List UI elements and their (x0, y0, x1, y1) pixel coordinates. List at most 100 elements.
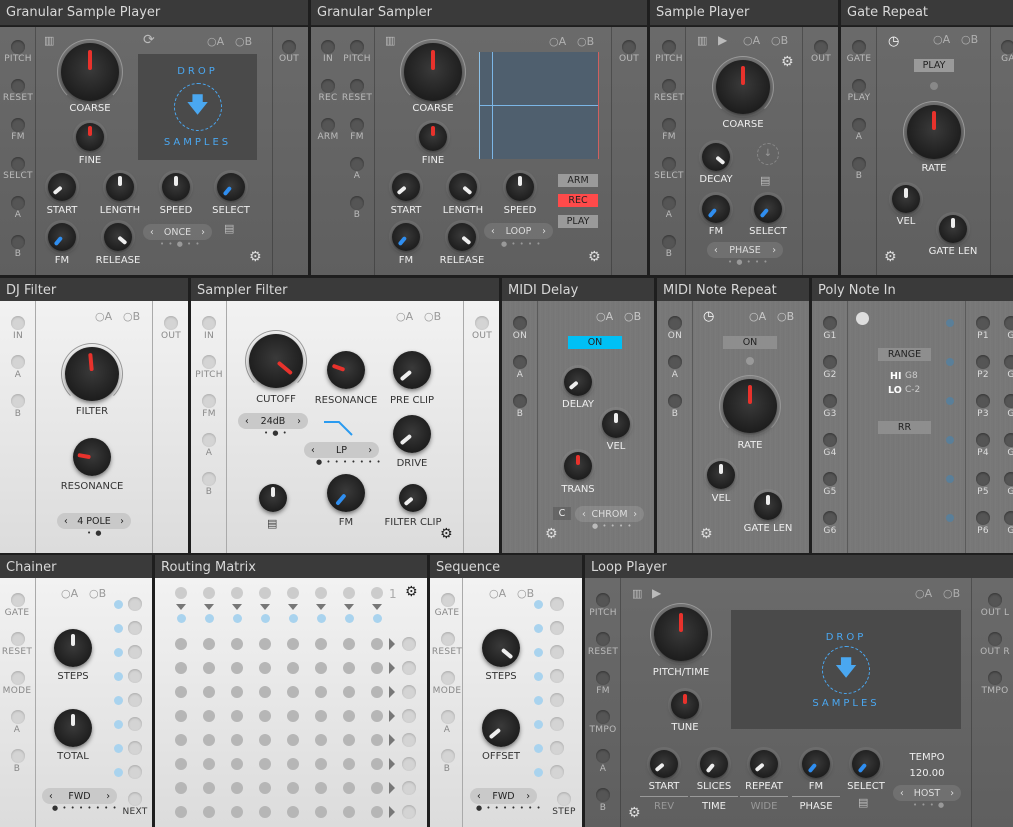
jack-pitch-out[interactable] (976, 355, 990, 369)
slope-selector[interactable]: ‹ 24dB › (238, 413, 308, 429)
matrix-input-jack[interactable] (343, 587, 355, 599)
step-output-jack[interactable] (128, 693, 142, 707)
release-knob[interactable] (104, 223, 132, 251)
matrix-output-jack[interactable] (402, 781, 416, 795)
matrix-cell[interactable] (175, 662, 187, 674)
gear-icon[interactable]: ⚙ (405, 584, 418, 600)
jack-fm[interactable] (596, 671, 610, 685)
jack-pitch-out[interactable] (976, 433, 990, 447)
matrix-cell[interactable] (343, 806, 355, 818)
jack-b[interactable] (11, 749, 25, 763)
prev-arrow[interactable]: ‹ (150, 227, 154, 238)
modulator-b[interactable]: ○B (777, 310, 794, 323)
matrix-cell[interactable] (231, 782, 243, 794)
next-arrow[interactable]: › (201, 227, 205, 238)
prev-arrow[interactable]: ‹ (582, 509, 586, 520)
jack-pitch[interactable] (11, 40, 25, 54)
matrix-input-jack[interactable] (315, 587, 327, 599)
jack-a[interactable] (852, 118, 866, 132)
keyboard-icon[interactable]: ▥ (44, 34, 54, 47)
matrix-cell[interactable] (259, 686, 271, 698)
next-arrow[interactable]: › (950, 788, 954, 799)
matrix-output-jack[interactable] (402, 661, 416, 675)
jack-gate[interactable] (441, 593, 455, 607)
filter-clip-knob[interactable] (399, 484, 427, 512)
jack-out-l[interactable] (988, 593, 1002, 607)
jack-reset[interactable] (11, 632, 25, 646)
step-output-jack[interactable] (128, 669, 142, 683)
matrix-cell[interactable] (371, 638, 383, 650)
rate-knob[interactable] (907, 105, 961, 159)
modulator-a[interactable]: ○A (749, 310, 766, 323)
jack-gate[interactable] (11, 593, 25, 607)
time-toggle[interactable]: TIME (690, 796, 738, 812)
jack-a[interactable] (662, 196, 676, 210)
matrix-cell[interactable] (231, 758, 243, 770)
phase-toggle[interactable]: PHASE (792, 796, 840, 812)
matrix-cell[interactable] (287, 806, 299, 818)
jack-gate-out[interactable] (1001, 40, 1013, 54)
matrix-cell[interactable] (259, 806, 271, 818)
scale-selector[interactable]: ‹ CHROM › (575, 506, 644, 522)
sync-selector[interactable]: ‹ HOST › (893, 785, 961, 801)
jack-out[interactable] (164, 316, 178, 330)
matrix-cell[interactable] (175, 758, 187, 770)
matrix-cell[interactable] (343, 782, 355, 794)
matrix-cell[interactable] (231, 662, 243, 674)
jack-pitch-out[interactable] (976, 472, 990, 486)
steps-knob[interactable] (54, 629, 92, 667)
matrix-input-jack[interactable] (259, 587, 271, 599)
jack-a[interactable] (668, 355, 682, 369)
jack-b[interactable] (11, 394, 25, 408)
matrix-cell[interactable] (259, 662, 271, 674)
clock-icon[interactable]: ◷ (888, 34, 899, 49)
filter-type-selector[interactable]: ‹ LP › (304, 442, 379, 458)
modulator-a[interactable]: ○A (743, 34, 760, 47)
arm-button[interactable]: ARM (558, 174, 598, 187)
jack-tempo[interactable] (596, 710, 610, 724)
matrix-input-jack[interactable] (231, 587, 243, 599)
matrix-cell[interactable] (315, 638, 327, 650)
jack-b[interactable] (596, 788, 610, 802)
filter-knob[interactable] (65, 347, 119, 401)
modulator-a[interactable]: ○A (596, 310, 613, 323)
hi-value[interactable]: G8 (905, 371, 918, 381)
jack-pitch[interactable] (350, 40, 364, 54)
matrix-cell[interactable] (371, 686, 383, 698)
jack-out-r[interactable] (988, 632, 1002, 646)
jack-on[interactable] (513, 316, 527, 330)
matrix-cell[interactable] (343, 734, 355, 746)
matrix-output-jack[interactable] (402, 757, 416, 771)
jack-reset[interactable] (350, 79, 364, 93)
jack-a[interactable] (11, 196, 25, 210)
jack-rec[interactable] (321, 79, 335, 93)
jack-fm[interactable] (350, 118, 364, 132)
next-arrow[interactable]: › (297, 416, 301, 427)
matrix-input-jack[interactable] (175, 587, 187, 599)
jack-a[interactable] (441, 710, 455, 724)
prev-arrow[interactable]: ‹ (311, 445, 315, 456)
matrix-cell[interactable] (287, 710, 299, 722)
modulator-a[interactable]: ○A (489, 587, 506, 600)
sample-drop-small-icon[interactable]: ↓ (757, 143, 779, 165)
modulator-a[interactable]: ○A (915, 587, 932, 600)
modulator-a[interactable]: ○A (933, 33, 950, 46)
jack-out[interactable] (282, 40, 296, 54)
matrix-cell[interactable] (203, 782, 215, 794)
jack-a[interactable] (596, 749, 610, 763)
modulator-b[interactable]: ○B (943, 587, 960, 600)
rec-button[interactable]: REC (558, 194, 598, 207)
prev-arrow[interactable]: ‹ (491, 226, 495, 237)
jack-in[interactable] (11, 316, 25, 330)
next-arrow[interactable]: › (772, 245, 776, 256)
jack-gate-in[interactable] (823, 511, 837, 525)
decay-knob[interactable] (702, 143, 730, 171)
modulator-b[interactable]: ○B (89, 587, 106, 600)
matrix-input-jack[interactable] (371, 587, 383, 599)
step-output-jack[interactable] (128, 765, 142, 779)
speed-knob[interactable] (162, 173, 190, 201)
modulator-b[interactable]: ○B (235, 35, 252, 48)
coarse-knob[interactable] (716, 60, 770, 114)
step-output-jack[interactable] (550, 645, 564, 659)
matrix-cell[interactable] (203, 686, 215, 698)
